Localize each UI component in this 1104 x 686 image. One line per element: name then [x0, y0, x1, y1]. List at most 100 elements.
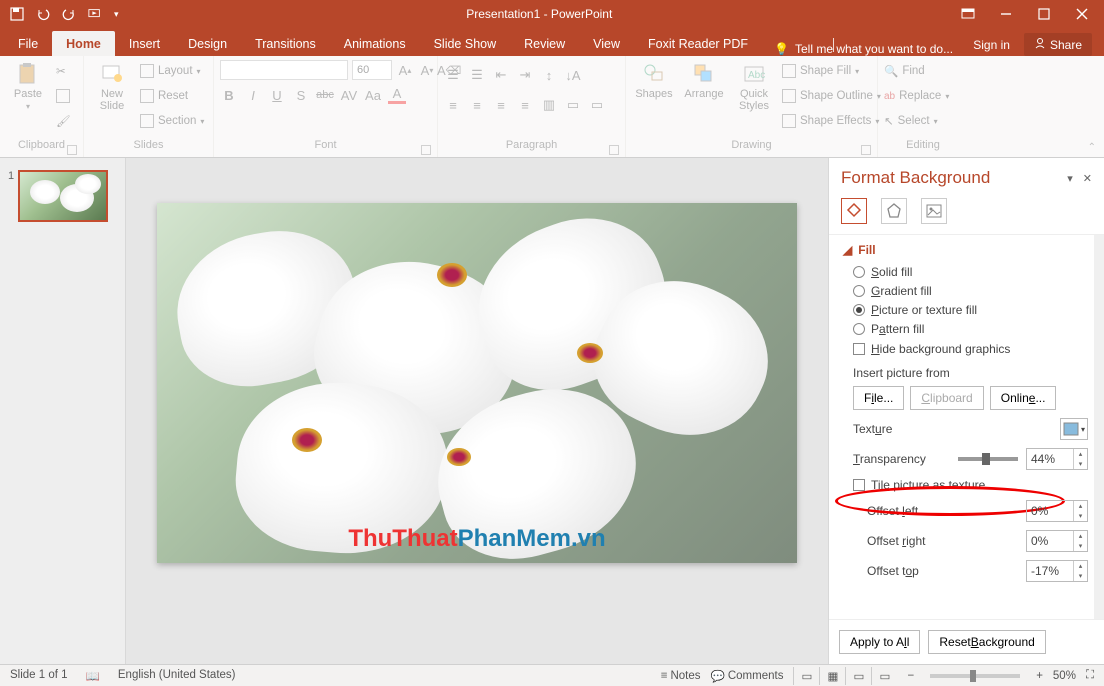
tab-transitions[interactable]: Transitions: [241, 31, 330, 56]
line-spacing-button[interactable]: ↕: [540, 66, 558, 84]
tell-me-box[interactable]: 💡 Tell me what you want to do...: [762, 42, 973, 56]
transparency-value[interactable]: 44%▴▾: [1026, 448, 1088, 470]
tab-view[interactable]: View: [579, 31, 634, 56]
align-text-button[interactable]: ▭: [564, 96, 582, 114]
file-button[interactable]: File...: [853, 386, 904, 410]
font-size-combo[interactable]: 60: [352, 60, 392, 80]
bold-button[interactable]: B: [220, 86, 238, 104]
find-button[interactable]: 🔍Find: [884, 60, 949, 82]
slide-thumbnail-1[interactable]: [18, 170, 108, 222]
shape-effects-button[interactable]: Shape Effects▾: [782, 110, 881, 132]
drawing-launcher[interactable]: [861, 145, 871, 155]
fill-tab-icon[interactable]: [841, 198, 867, 224]
apply-to-all-button[interactable]: Apply to All: [839, 630, 920, 654]
offset-top-value[interactable]: -17%▴▾: [1026, 560, 1088, 582]
reading-view-button[interactable]: ▭: [845, 667, 871, 685]
sign-in-link[interactable]: Sign in: [973, 38, 1010, 52]
transparency-slider[interactable]: [958, 457, 1018, 461]
slide-counter[interactable]: Slide 1 of 1: [10, 669, 68, 683]
sorter-view-button[interactable]: ▦: [819, 667, 845, 685]
shape-fill-button[interactable]: Shape Fill▾: [782, 60, 881, 82]
section-button[interactable]: Section▾: [140, 110, 204, 132]
numbering-button[interactable]: ☰: [468, 66, 486, 84]
gradient-fill-radio[interactable]: Gradient fill: [853, 284, 1088, 298]
minimize-icon[interactable]: [998, 6, 1014, 22]
underline-button[interactable]: U: [268, 86, 286, 104]
paste-button[interactable]: Paste ▾: [6, 60, 50, 111]
tab-review[interactable]: Review: [510, 31, 579, 56]
zoom-level[interactable]: 50%: [1053, 670, 1076, 682]
offset-right-value[interactable]: 0%▴▾: [1026, 530, 1088, 552]
align-center-button[interactable]: ≡: [468, 96, 486, 114]
maximize-icon[interactable]: [1036, 6, 1052, 22]
reset-background-button[interactable]: Reset Background: [928, 630, 1045, 654]
shape-outline-button[interactable]: Shape Outline▾: [782, 85, 881, 107]
replace-button[interactable]: abReplace▾: [884, 85, 949, 107]
close-icon[interactable]: [1074, 6, 1090, 22]
tab-insert[interactable]: Insert: [115, 31, 174, 56]
arrange-button[interactable]: Arrange: [682, 60, 726, 100]
comments-button[interactable]: 💬Comments: [711, 669, 784, 683]
align-left-button[interactable]: ≡: [444, 96, 462, 114]
save-icon[interactable]: [10, 7, 24, 21]
pane-dropdown-icon[interactable]: ▾: [1067, 172, 1073, 185]
slide-canvas[interactable]: ThuThuatPhanMem.vn: [157, 203, 797, 563]
smartart-button[interactable]: ▭: [588, 96, 606, 114]
share-button[interactable]: Share: [1024, 33, 1092, 56]
pane-close-icon[interactable]: ✕: [1083, 172, 1092, 185]
reset-button[interactable]: Reset: [140, 85, 204, 107]
select-button[interactable]: ↖Select▾: [884, 110, 949, 132]
collapse-ribbon-icon[interactable]: ⌃: [1088, 142, 1096, 153]
tab-file[interactable]: File: [10, 31, 52, 56]
online-button[interactable]: Online...: [990, 386, 1057, 410]
columns-button[interactable]: ▥: [540, 96, 558, 114]
font-launcher[interactable]: [421, 145, 431, 155]
ribbon-display-icon[interactable]: [960, 6, 976, 22]
hide-bg-graphics-check[interactable]: Hide background graphics: [853, 342, 1088, 356]
fill-section-header[interactable]: ◢ Fill: [843, 243, 1088, 257]
picture-fill-radio[interactable]: Picture or texture fill: [853, 303, 1088, 317]
zoom-out-button[interactable]: −: [907, 670, 914, 682]
pattern-fill-radio[interactable]: Pattern fill: [853, 322, 1088, 336]
font-family-combo[interactable]: [220, 60, 348, 80]
paragraph-launcher[interactable]: [609, 145, 619, 155]
tab-home[interactable]: Home: [52, 31, 115, 56]
effects-tab-icon[interactable]: [881, 198, 907, 224]
zoom-in-button[interactable]: +: [1036, 670, 1043, 682]
tab-foxit[interactable]: Foxit Reader PDF: [634, 31, 762, 56]
char-spacing-button[interactable]: AV: [340, 86, 358, 104]
justify-button[interactable]: ≡: [516, 96, 534, 114]
bullets-button[interactable]: ☰: [444, 66, 462, 84]
font-color-button[interactable]: A: [388, 86, 406, 104]
decrease-font-icon[interactable]: A▾: [418, 61, 436, 79]
italic-button[interactable]: I: [244, 86, 262, 104]
shadow-button[interactable]: S: [292, 86, 310, 104]
language-status[interactable]: English (United States): [118, 669, 236, 683]
shapes-button[interactable]: Shapes: [632, 60, 676, 100]
tab-animations[interactable]: Animations: [330, 31, 420, 56]
undo-icon[interactable]: [36, 7, 50, 21]
offset-left-value[interactable]: 0%▴▾: [1026, 500, 1088, 522]
notes-button[interactable]: ≡Notes: [661, 670, 701, 682]
new-slide-button[interactable]: New Slide: [90, 60, 134, 112]
quick-styles-button[interactable]: Abc Quick Styles: [732, 60, 776, 112]
cut-button[interactable]: ✂: [56, 60, 71, 82]
slideshow-view-button[interactable]: ▭: [871, 667, 897, 685]
spellcheck-icon[interactable]: 📖: [86, 669, 100, 683]
fit-to-window-button[interactable]: ⛶: [1086, 669, 1094, 682]
align-right-button[interactable]: ≡: [492, 96, 510, 114]
clipboard-launcher[interactable]: [67, 145, 77, 155]
copy-button[interactable]: [56, 85, 71, 107]
strike-button[interactable]: abc: [316, 86, 334, 104]
increase-indent-button[interactable]: ⇥: [516, 66, 534, 84]
tab-design[interactable]: Design: [174, 31, 241, 56]
decrease-indent-button[interactable]: ⇤: [492, 66, 510, 84]
solid-fill-radio[interactable]: Solid fill: [853, 265, 1088, 279]
tile-picture-check[interactable]: Tile picture as texture: [853, 478, 1088, 492]
layout-button[interactable]: Layout▾: [140, 60, 204, 82]
increase-font-icon[interactable]: A▴: [396, 61, 414, 79]
picture-tab-icon[interactable]: [921, 198, 947, 224]
start-from-beginning-icon[interactable]: [88, 7, 102, 21]
texture-picker[interactable]: ▾: [1060, 418, 1088, 440]
zoom-slider[interactable]: [930, 674, 1020, 678]
